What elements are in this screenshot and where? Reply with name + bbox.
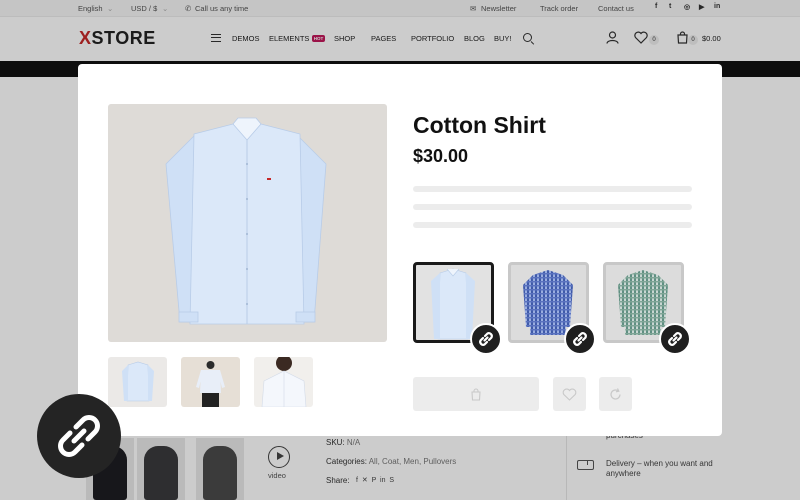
compare-button[interactable] [599, 377, 632, 411]
link-icon[interactable] [37, 394, 121, 478]
add-to-cart-button[interactable] [413, 377, 539, 411]
heart-icon [562, 388, 577, 401]
link-icon[interactable] [470, 323, 502, 355]
thumbnail-model[interactable] [254, 357, 313, 407]
link-icon[interactable] [659, 323, 691, 355]
quick-view-modal: Cotton Shirt $30.00 [78, 64, 722, 436]
description-placeholder [413, 186, 692, 192]
main-product-image[interactable] [108, 104, 387, 342]
description-placeholder [413, 222, 692, 228]
add-to-wishlist-button[interactable] [553, 377, 586, 411]
product-title: Cotton Shirt [413, 112, 546, 138]
bag-icon [471, 388, 481, 401]
description-placeholder [413, 204, 692, 210]
thumbnail-back[interactable] [181, 357, 240, 407]
product-price: $30.00 [413, 146, 469, 166]
refresh-icon [610, 388, 621, 400]
link-icon[interactable] [564, 323, 596, 355]
